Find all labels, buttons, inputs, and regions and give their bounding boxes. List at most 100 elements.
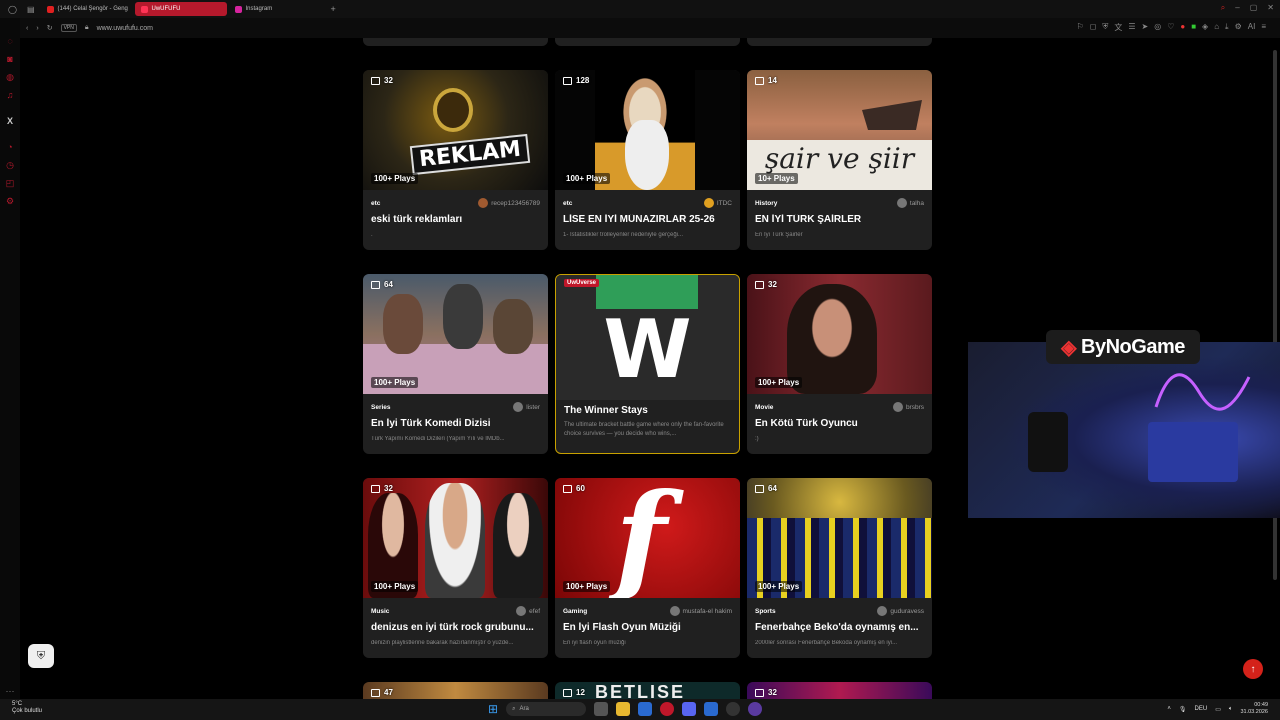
card-author[interactable]: guduravess: [877, 606, 924, 616]
card-title[interactable]: The Winner Stays: [564, 405, 733, 416]
notes-icon[interactable]: ◰: [6, 178, 15, 188]
vpn-badge[interactable]: VPN: [60, 24, 77, 32]
card-title[interactable]: eski türk reklamları: [371, 214, 542, 225]
privacy-shield-button[interactable]: ⛨: [28, 644, 54, 668]
clock[interactable]: 00:49 31.03.2026: [1240, 702, 1268, 716]
search-tabs-icon[interactable]: ⌕: [1221, 3, 1225, 13]
close-button[interactable]: ✕: [1267, 3, 1274, 13]
bracket-card[interactable]: 64 100+ Plays Series lister En İyi Türk …: [363, 274, 548, 454]
card-title[interactable]: En İyi Türk Komedi Dizisi: [371, 418, 542, 429]
guitarist-image: [425, 483, 485, 598]
send-icon[interactable]: ➤: [1142, 22, 1149, 33]
clock-icon[interactable]: ◷: [6, 160, 14, 170]
history-icon[interactable]: ◔: [7, 142, 12, 152]
workspace-icon[interactable]: ◯: [8, 5, 17, 14]
browser-tab[interactable]: (144) Celal Şengör - Geng: [41, 2, 133, 16]
weather-widget[interactable]: 5°C Çok bulutlu: [12, 701, 42, 715]
card-author[interactable]: recep123456789: [478, 198, 540, 208]
lock-icon[interactable]: 🔒︎: [85, 24, 89, 32]
bracket-card[interactable]: 128 100+ Plays etc ITDC LİSE EN İYİ MÜNA…: [555, 70, 740, 250]
reload-button[interactable]: ↻: [47, 24, 53, 32]
camera-icon[interactable]: ◎: [1154, 22, 1161, 33]
extension-icon[interactable]: ◈: [1202, 22, 1208, 33]
extension-green-icon[interactable]: ■: [1191, 22, 1196, 33]
card-title[interactable]: En Kötü Türk Oyuncu: [755, 418, 926, 429]
card-author[interactable]: lister: [513, 402, 540, 412]
sidebar-settings-icon[interactable]: ⚙: [6, 196, 14, 206]
steam-icon[interactable]: [726, 702, 741, 716]
author-avatar: [703, 198, 714, 208]
network-icon[interactable]: ▭: [1215, 706, 1221, 713]
microphone-icon[interactable]: 🎙︎: [1179, 706, 1187, 713]
new-tab-button[interactable]: +: [331, 4, 336, 14]
url-field[interactable]: www.uwufufu.com: [97, 25, 153, 32]
store-icon[interactable]: [638, 702, 653, 716]
easy-setup-icon[interactable]: ☰: [1128, 22, 1135, 33]
translate-icon[interactable]: 文: [1114, 22, 1122, 33]
browser-tab[interactable]: Instagram: [229, 2, 325, 16]
more-icon[interactable]: ⋯: [6, 686, 15, 696]
featured-card[interactable]: W UwUverse The Winner Stays The ultimate…: [555, 274, 740, 454]
windows-start-icon[interactable]: ⊞: [488, 702, 498, 716]
discord-icon[interactable]: [682, 702, 697, 716]
obs-icon[interactable]: [748, 702, 763, 716]
card-author[interactable]: brsbrs: [892, 402, 924, 412]
card-description: .: [371, 232, 373, 238]
messenger-icon[interactable]: ◌: [7, 36, 12, 46]
opera-gx-icon[interactable]: [660, 702, 675, 716]
heart-icon[interactable]: ♡: [1167, 22, 1174, 33]
item-count: 64: [371, 280, 393, 289]
scroll-to-top-button[interactable]: ↑: [1243, 659, 1263, 679]
bracket-card[interactable]: 64 100+ Plays Sports guduravess Fenerbah…: [747, 478, 932, 658]
bracket-card[interactable]: REKLAM 32 100+ Plays etc recep123456789 …: [363, 70, 548, 250]
address-bar: ‹ › ↻ VPN 🔒︎ www.uwufufu.com ⚐ ◻ ⛨ 文 ☰ ➤…: [18, 18, 1280, 38]
whatsapp-icon[interactable]: ◍: [6, 72, 14, 82]
bracket-card[interactable]: 32 100+ Plays Movie brsbrs En Kötü Türk …: [747, 274, 932, 454]
card-title[interactable]: denizus en iyi türk rock grubunu...: [371, 622, 542, 633]
menu-icon[interactable]: ≡: [1261, 22, 1266, 33]
maximize-button[interactable]: ▢: [1250, 3, 1258, 13]
back-button[interactable]: ‹: [26, 25, 28, 32]
wallet-icon[interactable]: ⌂: [1214, 22, 1219, 33]
card-author[interactable]: talha: [896, 198, 924, 208]
task-view-icon[interactable]: [594, 702, 609, 716]
bracket-card[interactable]: 32 100+ Plays Music efef denizus en iyi …: [363, 478, 548, 658]
tabs-menu-icon[interactable]: ▤: [27, 5, 35, 14]
card-author[interactable]: mustafa-el hakim: [669, 606, 732, 616]
bookmark-icon[interactable]: ⚐: [1077, 22, 1084, 33]
minimize-button[interactable]: –: [1235, 3, 1239, 13]
card-description: 1- İstatistikler trolleyenler nedeniyle …: [563, 232, 684, 238]
card-title[interactable]: En İyi Flash Oyun Müziği: [563, 622, 734, 633]
app-icon[interactable]: [704, 702, 719, 716]
volume-icon[interactable]: 🔈︎: [1229, 706, 1233, 713]
instagram-icon[interactable]: ◙: [7, 54, 12, 64]
snapshot-icon[interactable]: ◻: [1090, 22, 1097, 33]
music-icon[interactable]: ♫: [7, 90, 14, 100]
card-title[interactable]: LİSE EN İYİ MÜNAZIRLAR 25-26: [563, 214, 734, 225]
author-name: efef: [529, 607, 540, 615]
bynogame-flame-icon: ◈: [1061, 336, 1077, 359]
extension-red-icon[interactable]: ●: [1180, 22, 1185, 33]
language-indicator[interactable]: DEU: [1195, 706, 1208, 712]
weather-condition: Çok bulutlu: [12, 708, 43, 714]
ai-button[interactable]: AI: [1248, 22, 1256, 33]
cards-icon: [371, 280, 380, 289]
card-title[interactable]: EN İYİ TÜRK ŞAİRLER: [755, 214, 926, 225]
card-author[interactable]: efef: [516, 606, 540, 616]
chevron-up-icon[interactable]: ˄: [1167, 706, 1171, 712]
card-title[interactable]: Fenerbahçe Beko'da oynamış en...: [755, 622, 926, 633]
forward-button[interactable]: ›: [36, 25, 38, 32]
browser-tab[interactable]: UwUFUFU: [134, 2, 227, 16]
bracket-card[interactable]: f 60 100+ Plays Gaming mustafa-el hakim …: [555, 478, 740, 658]
tab-favicon-icon: [140, 5, 148, 13]
download-icon[interactable]: ⤓: [1225, 22, 1229, 33]
browser-sidebar: ◌ ◙ ◍ ♫ X ◔ ◷ ◰ ⚙ ⋯: [0, 18, 20, 720]
file-explorer-icon[interactable]: [616, 702, 631, 716]
settings-icon[interactable]: ⚙: [1235, 22, 1242, 33]
bracket-card[interactable]: şair ve şiir 14 10+ Plays History talha …: [747, 70, 932, 250]
item-count: 32: [755, 280, 777, 289]
adblock-icon[interactable]: ⛨: [1102, 22, 1108, 33]
card-author[interactable]: ITDC: [703, 198, 732, 208]
taskbar-search[interactable]: ⌕ Ara: [506, 702, 587, 716]
x-icon[interactable]: X: [7, 116, 13, 126]
